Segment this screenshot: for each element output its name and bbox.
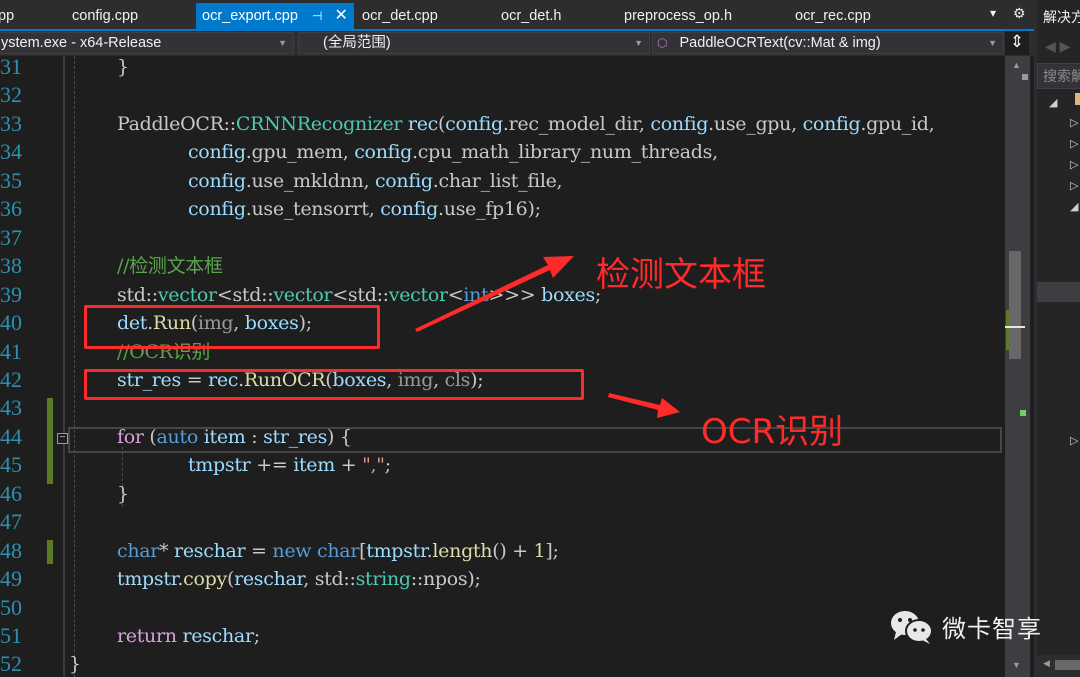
tab-ocr-rec-cpp[interactable]: ocr_rec.cpp: [795, 3, 871, 29]
editor-vertical-scrollbar[interactable]: ▲ ▼: [1005, 56, 1030, 677]
folder-icon: [1075, 93, 1080, 105]
tab-label: pp: [0, 8, 15, 24]
solution-horizontal-scrollbar[interactable]: ◀: [1037, 655, 1080, 677]
chevron-down-icon: ▼: [988, 38, 997, 48]
collapsed-arrow-icon[interactable]: ▷: [1070, 434, 1078, 447]
tab-label: ocr_rec.cpp: [795, 8, 871, 24]
tab-label: preprocess_op.h: [624, 8, 733, 24]
tab-label: config.cpp: [72, 8, 139, 24]
caret-position-marker: [1005, 326, 1025, 328]
arrow-to-ocr-label: [608, 393, 680, 418]
scroll-marker: [1022, 74, 1028, 80]
navigation-bar: ystem.exe - x64-Release ▼ (全局范围) ▼ ⬡ Pad…: [0, 31, 1034, 56]
scroll-down-icon[interactable]: ▼: [1012, 660, 1021, 670]
panel-separator: [1037, 282, 1080, 302]
chevron-down-icon: ▼: [634, 38, 643, 48]
close-icon[interactable]: ✕: [334, 3, 347, 29]
annotation-ocr-recognition: OCR识别: [701, 412, 844, 452]
back-forward-icon[interactable]: ◀ ▶: [1045, 38, 1070, 55]
tab-ocr-det-h[interactable]: ocr_det.h: [501, 3, 561, 29]
member-dropdown[interactable]: ⬡ PaddleOCRText(cv::Mat & img) ▼: [652, 32, 1004, 54]
tab-ocr-export-cpp[interactable]: ocr_export.cpp ⊣ ✕: [196, 3, 354, 29]
tab-preprocess-op-h[interactable]: preprocess_op.h: [624, 3, 732, 29]
tab-config-cpp[interactable]: config.cpp: [72, 3, 138, 29]
watermark: 微卡智享: [890, 609, 1042, 644]
document-tab-bar: pp config.cpp ocr_export.cpp ⊣ ✕ ocr_det…: [0, 0, 1034, 31]
split-window-icon[interactable]: ⇕: [1005, 31, 1029, 55]
method-icon: ⬡: [657, 36, 668, 50]
project-dropdown[interactable]: ystem.exe - x64-Release ▼: [0, 32, 294, 54]
scrollbar-thumb[interactable]: [1055, 660, 1080, 670]
scroll-left-icon[interactable]: ◀: [1043, 658, 1050, 669]
tab-overflow-icon[interactable]: ▾: [990, 6, 996, 20]
code-editor[interactable]: − 31} 32 33 PaddleOCR::CRNNRecognizer rec(c…: [0, 56, 1005, 677]
member-dropdown-value: PaddleOCRText(cv::Mat & img): [679, 35, 881, 51]
change-marker: [1006, 310, 1010, 350]
gear-icon[interactable]: ⚙: [1013, 5, 1026, 22]
scrollbar-thumb[interactable]: [1009, 251, 1021, 359]
collapsed-arrow-icon[interactable]: ▷: [1070, 179, 1078, 192]
tab-ocr-det-cpp[interactable]: ocr_det.cpp: [362, 3, 438, 29]
arrow-to-detect-label: [415, 256, 574, 332]
collapsed-arrow-icon[interactable]: ▷: [1070, 137, 1078, 150]
solution-explorer-panel: 解决方案资源管理器 ◀ ▶ 搜索解决方案资源管理器 ◢ ▷ ▷ ▷ ▷ ◢ ▷ …: [1034, 0, 1080, 677]
chevron-down-icon: ▼: [278, 38, 287, 48]
annotation-arrows: [415, 256, 680, 418]
collapsed-arrow-icon[interactable]: ▷: [1070, 158, 1078, 171]
solution-explorer-title: 解决方案资源管理器: [1043, 9, 1080, 25]
pin-icon[interactable]: ⊣: [312, 3, 322, 29]
change-marker: [1020, 410, 1026, 416]
project-dropdown-value: ystem.exe - x64-Release: [1, 35, 162, 51]
tab-label: ocr_det.h: [501, 8, 562, 24]
tab-label: ocr_export.cpp: [202, 8, 298, 24]
collapsed-arrow-icon[interactable]: ▷: [1070, 116, 1078, 129]
scope-dropdown[interactable]: (全局范围) ▼: [298, 32, 650, 54]
scroll-up-icon[interactable]: ▲: [1012, 60, 1021, 70]
tab-label: ocr_det.cpp: [362, 8, 438, 24]
tab-cpp[interactable]: pp: [0, 3, 14, 29]
expanded-arrow-icon[interactable]: ◢: [1049, 96, 1057, 109]
wechat-icon: [891, 610, 933, 644]
expanded-arrow-icon[interactable]: ◢: [1070, 200, 1078, 213]
scope-dropdown-value: (全局范围): [323, 35, 391, 51]
watermark-text: 微卡智享: [942, 615, 1042, 643]
solution-search-input[interactable]: 搜索解决方案资源管理器: [1037, 63, 1080, 89]
annotation-detect-text-boxes: 检测文本框: [596, 255, 766, 295]
